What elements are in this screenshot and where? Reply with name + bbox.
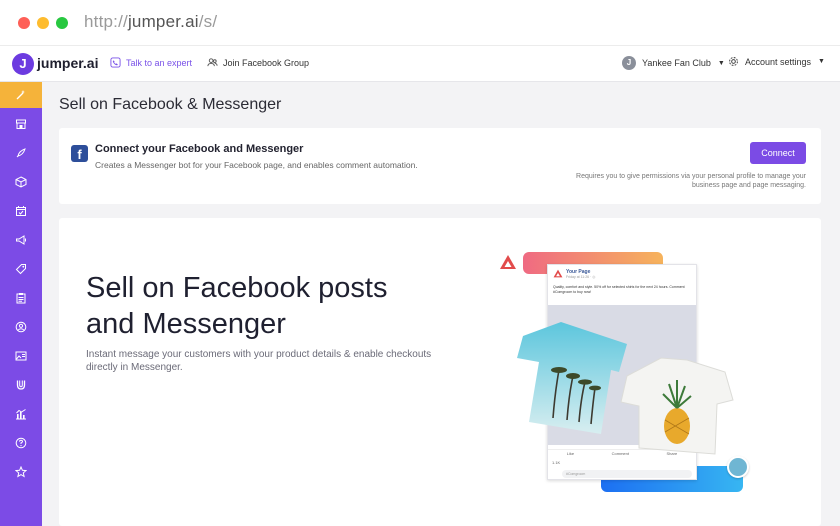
white-tshirt-image [620, 357, 734, 455]
sidebar-item-orders[interactable] [0, 285, 42, 311]
sidebar-item-favorites[interactable] [0, 459, 42, 485]
reaction-count: 1.1K [552, 460, 561, 465]
phone-icon [110, 57, 121, 68]
tag-icon [15, 264, 26, 275]
url-host: jumper.ai [127, 12, 199, 31]
gear-icon [729, 57, 738, 66]
post-text: Quality, comfort and style. 50% off for … [553, 285, 685, 294]
account-settings-menu[interactable]: Account settings ▼ [728, 56, 825, 67]
url-path: /s/ [198, 12, 218, 31]
sidebar-item-leads[interactable] [0, 372, 42, 398]
user-circle-icon [15, 321, 27, 333]
talk-to-expert-link[interactable]: Talk to an expert [110, 57, 192, 68]
account-settings-label: Account settings [745, 56, 812, 67]
sidebar-item-customers[interactable] [0, 314, 42, 340]
clipboard-icon [16, 293, 26, 304]
help-icon [15, 437, 27, 449]
connect-card: f Connect your Facebook and Messenger Cr… [59, 128, 821, 204]
sidebar-item-offers[interactable] [0, 256, 42, 282]
users-icon [207, 58, 218, 67]
app-window: http://jumper.ai/s/ J jumper.ai Talk to … [0, 0, 840, 526]
browser-chrome: http://jumper.ai/s/ [0, 0, 840, 46]
hero-title: Sell on Facebook posts and Messenger [86, 272, 388, 340]
chevron-down-icon: ▼ [717, 59, 725, 67]
jumper-logo-icon[interactable]: J [12, 53, 34, 75]
maximize-window-button[interactable] [56, 17, 68, 29]
sidebar-item-store[interactable] [0, 111, 42, 137]
club-switcher[interactable]: J Yankee Fan Club ▼ [622, 56, 725, 70]
post-timestamp: Friday at 11:26 · ◎ [566, 275, 596, 279]
blue-tshirt-image [517, 322, 627, 434]
sidebar-item-launch[interactable] [0, 140, 42, 166]
permissions-note: Requires you to give permissions via you… [576, 173, 806, 189]
connect-card-description: Creates a Messenger bot for your Faceboo… [95, 160, 418, 170]
sidebar-item-products[interactable] [0, 169, 42, 195]
join-facebook-group-link[interactable]: Join Facebook Group [207, 57, 309, 68]
connect-card-title: Connect your Facebook and Messenger [95, 143, 304, 155]
club-name: Yankee Fan Club [642, 58, 711, 68]
calendar-check-icon [16, 206, 26, 216]
sidebar-item-help[interactable] [0, 430, 42, 456]
facebook-post-illustration: Your Page Friday at 11:26 · ◎ Quality, c… [489, 248, 749, 508]
star-icon [15, 466, 27, 478]
sidebar [0, 82, 42, 526]
sidebar-item-content[interactable] [0, 343, 42, 369]
magic-wand-icon [16, 90, 25, 100]
hero-subtitle: Instant message your customers with your… [86, 349, 432, 373]
store-icon [16, 119, 26, 129]
main-content: Sell on Facebook & Messenger f Connect y… [42, 82, 840, 526]
app-header: J jumper.ai Talk to an expert Join Faceb… [0, 46, 840, 82]
image-text-icon [15, 351, 27, 361]
magnet-icon [16, 380, 26, 390]
talk-to-expert-label: Talk to an expert [126, 57, 193, 68]
facebook-icon: f [71, 145, 88, 162]
megaphone-icon [16, 235, 26, 245]
address-bar[interactable]: http://jumper.ai/s/ [84, 12, 217, 32]
sidebar-item-campaigns[interactable] [0, 227, 42, 253]
sidebar-item-magic[interactable] [0, 82, 42, 108]
sidebar-item-analytics[interactable] [0, 401, 42, 427]
page-title: Sell on Facebook & Messenger [59, 96, 282, 113]
join-facebook-group-label: Join Facebook Group [223, 57, 310, 68]
sidebar-item-schedule[interactable] [0, 198, 42, 224]
box-icon [15, 176, 27, 188]
minimize-window-button[interactable] [37, 17, 49, 29]
like-action: Like [566, 451, 575, 456]
brand-triangle-icon [500, 255, 516, 269]
analytics-icon [16, 409, 26, 420]
club-avatar: J [622, 56, 636, 70]
chevron-down-icon: ▼ [818, 58, 825, 65]
hero-card: Sell on Facebook posts and Messenger Ins… [59, 218, 821, 526]
connect-button[interactable]: Connect [750, 142, 806, 164]
customer-avatar [727, 456, 749, 478]
brand-name[interactable]: jumper.ai [37, 55, 98, 71]
comment-box: #Comgroom [562, 470, 692, 478]
brand-triangle-icon [553, 269, 563, 278]
url-scheme: http:// [84, 12, 128, 31]
rocket-icon [16, 148, 26, 158]
close-window-button[interactable] [18, 17, 30, 29]
